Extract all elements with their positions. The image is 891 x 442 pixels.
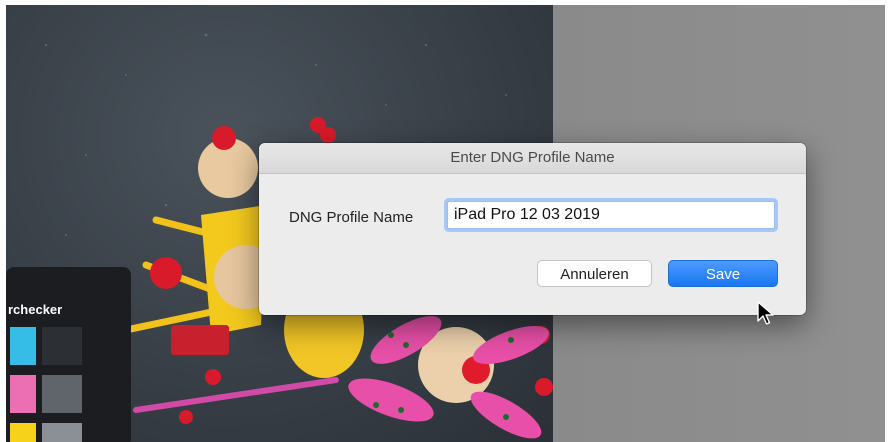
cancel-button[interactable]: Annuleren — [537, 260, 652, 287]
screen: rchecker Enter DNG Profile Name DNG Prof… — [0, 0, 891, 442]
profile-name-input[interactable] — [447, 201, 775, 229]
profile-name-label: DNG Profile Name — [289, 209, 414, 226]
dng-profile-dialog: Enter DNG Profile Name DNG Profile Name … — [259, 143, 806, 315]
colorchecker-label: rchecker — [8, 302, 63, 317]
profile-name-row: DNG Profile Name — [259, 201, 806, 235]
save-button[interactable]: Save — [668, 260, 778, 287]
dialog-title: Enter DNG Profile Name — [259, 143, 806, 174]
mouse-cursor-icon — [757, 301, 774, 325]
